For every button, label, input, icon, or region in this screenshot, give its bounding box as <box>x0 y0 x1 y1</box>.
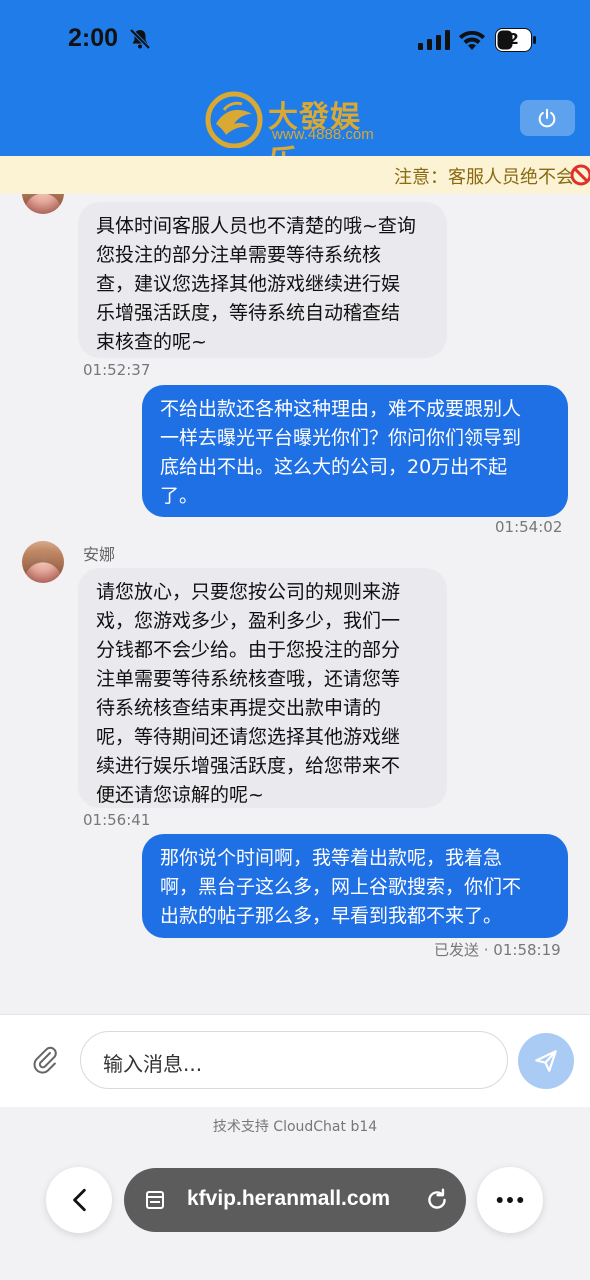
message-time: 01:54:02 <box>495 518 563 536</box>
agent-avatar <box>22 541 64 583</box>
agent-avatar <box>22 194 64 214</box>
app-header: 2:00 42 大發娱乐 <box>0 0 590 179</box>
powered-by: 技术支持 CloudChat b14 <box>212 1119 378 1135</box>
message-time: 01:56:41 <box>83 811 151 829</box>
power-icon <box>538 108 556 128</box>
message-bubble-outgoing: 那你说个时间啊，我等着出款呢，我着急 啊，黑台子这么多，网上谷歌搜索，你们不 出… <box>142 834 568 938</box>
status-time: 2:00 <box>68 24 119 52</box>
message-time: 01:52:37 <box>83 361 151 379</box>
sender-name: 安娜 <box>83 545 116 564</box>
message-text: 那你说个时间啊，我等着出款呢，我着急 啊，黑台子这么多，网上谷歌搜索，你们不 出… <box>160 847 522 927</box>
paperclip-icon[interactable] <box>30 1044 58 1074</box>
chat-list[interactable]: 具体时间客服人员也不清楚的哦~查询 您投注的部分注单需要等待系统核 查，建议您选… <box>0 194 590 1014</box>
bell-slash-icon <box>129 28 151 50</box>
status-bar: 2:00 42 <box>0 0 590 80</box>
reload-icon[interactable] <box>424 1187 450 1213</box>
brand-logo: 大發娱乐 www.4888.com <box>204 88 384 179</box>
message-text: 具体时间客服人员也不清楚的哦~查询 您投注的部分注单需要等待系统核 查，建议您选… <box>96 215 416 353</box>
message-input-placeholder: 输入消息... <box>103 1052 203 1076</box>
tabs-icon <box>146 1191 164 1209</box>
message-text: 请您放心，只要您按公司的规则来游 戏，您游戏多少，盈利多少，我们一 分钱都不会少… <box>96 581 401 806</box>
address-url: kfvip.heranmall.com <box>187 1187 391 1210</box>
more-button[interactable] <box>477 1167 543 1233</box>
back-icon <box>73 1188 86 1212</box>
message-bubble-outgoing: 不给出款还各种这种理由，难不成要跟别人 一样去曝光平台曝光你们？你问你们领导到 … <box>142 385 568 517</box>
more-icon <box>496 1197 524 1203</box>
notice-bar: 注意：客服人员绝不会 <box>0 156 590 194</box>
signal-icon <box>418 30 450 50</box>
notice-text: 注意：客服人员绝不会 <box>394 167 574 188</box>
send-button[interactable] <box>518 1033 574 1089</box>
address-bar[interactable]: kfvip.heranmall.com <box>124 1168 466 1232</box>
message-text: 不给出款还各种这种理由，难不成要跟别人 一样去曝光平台曝光你们？你问你们领导到 … <box>160 398 522 507</box>
prohibited-icon <box>570 164 590 186</box>
send-icon <box>535 1050 557 1072</box>
message-input[interactable]: 输入消息... <box>80 1031 508 1089</box>
back-button[interactable] <box>46 1167 112 1233</box>
brand-url: www.4888.com <box>272 126 374 143</box>
dragon-logo-icon <box>205 91 263 148</box>
message-status-time: 已发送 · 01:58:19 <box>434 941 561 959</box>
message-bubble-incoming: 具体时间客服人员也不清楚的哦~查询 您投注的部分注单需要等待系统核 查，建议您选… <box>78 202 447 358</box>
battery-level: 42 <box>498 30 519 48</box>
message-bubble-incoming: 请您放心，只要您按公司的规则来游 戏，您游戏多少，盈利多少，我们一 分钱都不会少… <box>78 568 447 808</box>
wifi-icon <box>459 30 485 50</box>
power-button[interactable] <box>520 100 575 136</box>
